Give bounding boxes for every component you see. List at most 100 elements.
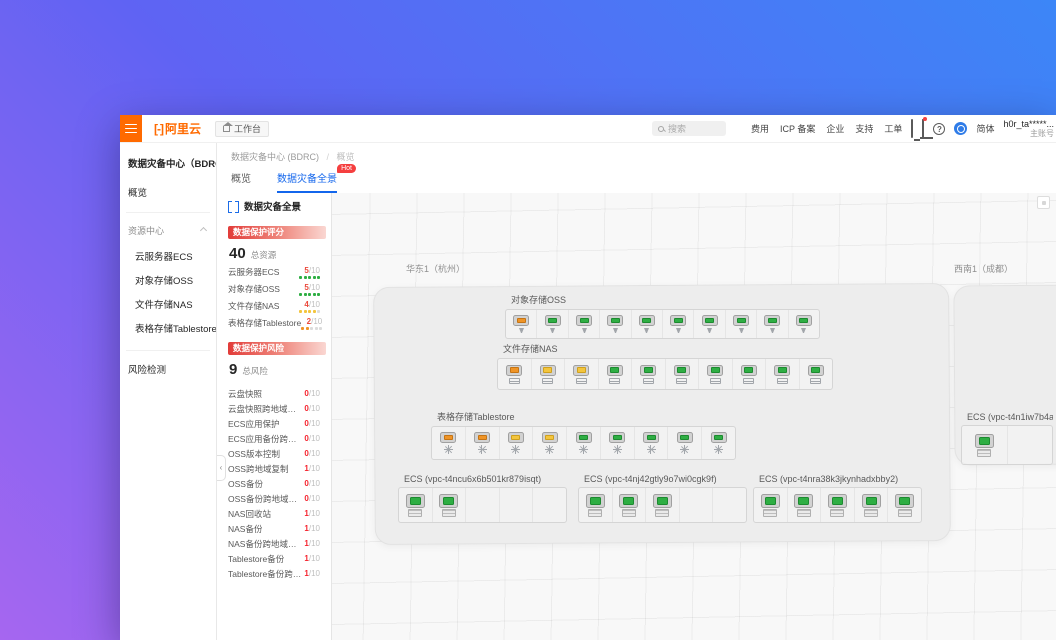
score-row-oss[interactable]: 对象存储OSS 5/10 xyxy=(228,283,327,300)
tablestore-instance-icon[interactable] xyxy=(667,427,701,459)
sidebar-item-risk-detect[interactable]: 风险检测 xyxy=(120,351,216,387)
nas-filesystem-icon[interactable] xyxy=(498,359,531,389)
ecs-server-icon[interactable] xyxy=(786,488,821,522)
console-monitor-icon[interactable] xyxy=(911,118,914,138)
score-row-tablestore[interactable]: 表格存储Tablestore 2/10 xyxy=(228,317,327,334)
risk-row[interactable]: ECS应用保护 0/10 xyxy=(228,416,327,431)
tab-panorama[interactable]: 数据灾备全景 Hot xyxy=(277,164,356,193)
main-area: 数据灾备中心 (BDRC) / 概览 概览 数据灾备全景 Hot 数据灾备全景 xyxy=(217,143,1056,640)
nas-filesystem-icon[interactable] xyxy=(798,359,833,389)
ecs-server-icon[interactable] xyxy=(579,488,612,522)
risk-row[interactable]: OSS备份 0/10 xyxy=(228,476,327,491)
sidebar-section-resource-center[interactable]: 资源中心 xyxy=(120,213,216,244)
sidebar-item[interactable]: 云服务器ECS xyxy=(120,244,216,268)
risk-row[interactable]: NAS回收站 1/10 xyxy=(228,506,327,521)
ecs-server-icon[interactable] xyxy=(399,488,432,522)
breadcrumb-item[interactable]: 数据灾备中心 (BDRC) xyxy=(231,152,319,162)
score-dots xyxy=(299,310,320,313)
nas-filesystem-icon[interactable] xyxy=(631,359,665,389)
oss-bucket-icon[interactable] xyxy=(756,310,787,338)
risk-row[interactable]: OSS跨地域复制 1/10 xyxy=(228,461,327,476)
workbench-button[interactable]: 工作台 xyxy=(215,120,270,137)
sidebar-collapse-handle[interactable]: ‹ xyxy=(217,455,226,481)
sidebar-item[interactable]: 表格存储Tablestore xyxy=(120,316,216,340)
tablestore-instance-icon[interactable] xyxy=(498,427,533,459)
risk-row[interactable]: NAS备份 1/10 xyxy=(228,521,327,536)
tablestore-instance-icon[interactable] xyxy=(633,427,668,459)
resource-group-ecs-vpc3: ECS (vpc-t4nra38k3jkynhadxbby2) xyxy=(753,474,922,523)
score-row-nas[interactable]: 文件存储NAS 4/10 xyxy=(228,300,327,317)
ecs-server-icon[interactable] xyxy=(962,426,1007,464)
score-row-ecs[interactable]: 云服务器ECS 5/10 xyxy=(228,266,327,283)
search-input[interactable] xyxy=(668,123,719,134)
ecs-server-icon[interactable] xyxy=(887,488,921,522)
nas-filesystem-icon[interactable] xyxy=(698,359,732,389)
ecs-server-icon[interactable] xyxy=(431,488,466,522)
ecs-server-icon[interactable] xyxy=(465,488,499,522)
score-dots xyxy=(301,327,323,330)
help-icon[interactable]: ? xyxy=(933,122,946,135)
oss-bucket-icon[interactable] xyxy=(662,310,693,338)
oss-bucket-icon[interactable] xyxy=(536,310,567,338)
oss-bucket-icon[interactable] xyxy=(724,310,756,338)
sidebar-item-overview[interactable]: 概览 xyxy=(120,170,216,212)
oss-bucket-icon[interactable] xyxy=(599,310,630,338)
tablestore-instance-icon[interactable] xyxy=(701,427,735,459)
ecs-server-icon[interactable] xyxy=(853,488,888,522)
tablestore-instance-icon[interactable] xyxy=(532,427,566,459)
search-icon xyxy=(658,125,665,132)
nas-filesystem-icon[interactable] xyxy=(597,359,632,389)
oss-bucket-icon[interactable] xyxy=(787,310,819,338)
canvas-control-button[interactable] xyxy=(1037,196,1050,209)
locale-switch[interactable]: 简体 xyxy=(976,122,994,135)
ecs-server-icon[interactable] xyxy=(498,488,533,522)
risk-row[interactable]: OSS版本控制 0/10 xyxy=(228,446,327,461)
topbar-nav-link[interactable]: 支持 xyxy=(855,122,873,135)
panel-header: 数据灾备全景 xyxy=(228,199,327,213)
sidebar-item[interactable]: 文件存储NAS xyxy=(120,292,216,316)
oss-bucket-icon[interactable] xyxy=(567,310,599,338)
hamburger-menu-button[interactable] xyxy=(120,115,142,142)
oss-bucket-icon[interactable] xyxy=(506,310,536,338)
risk-row[interactable]: 云盘快照跨地域复制 0/10 xyxy=(228,401,327,416)
risk-row[interactable]: NAS备份跨地域复制 1/10 xyxy=(228,536,327,551)
oss-bucket-icon[interactable] xyxy=(693,310,724,338)
ecs-server-icon[interactable] xyxy=(532,488,566,522)
topbar-nav-link[interactable]: 工单 xyxy=(884,122,902,135)
tablestore-instance-icon[interactable] xyxy=(464,427,499,459)
tablestore-instance-icon[interactable] xyxy=(599,427,634,459)
risk-row[interactable]: OSS备份跨地域复制 0/10 xyxy=(228,491,327,506)
risk-row[interactable]: Tablestore备份跨地域复... 1/10 xyxy=(228,566,327,581)
topbar-nav-link[interactable]: 企业 xyxy=(826,122,844,135)
account-menu[interactable]: h0r_ta*****... 主账号 xyxy=(1003,119,1054,139)
topbar-nav-link[interactable]: ICP 备案 xyxy=(780,122,815,135)
globe-icon[interactable] xyxy=(954,122,968,135)
ecs-server-icon[interactable] xyxy=(645,488,679,522)
ecs-server-icon[interactable] xyxy=(1006,426,1053,464)
risk-row[interactable]: 云盘快照 0/10 xyxy=(228,386,327,401)
ecs-server-icon[interactable] xyxy=(754,488,787,522)
risk-row[interactable]: Tablestore备份 1/10 xyxy=(228,551,327,566)
global-search[interactable] xyxy=(652,121,727,136)
tablestore-instance-icon[interactable] xyxy=(432,427,465,459)
ecs-server-icon[interactable] xyxy=(611,488,646,522)
ecs-server-icon[interactable] xyxy=(712,488,746,522)
oss-bucket-icon[interactable] xyxy=(630,310,662,338)
ecs-server-icon[interactable] xyxy=(820,488,854,522)
notification-bell-icon[interactable] xyxy=(922,116,928,138)
risk-row[interactable]: ECS应用备份跨地域复制 0/10 xyxy=(228,431,327,446)
nas-filesystem-icon[interactable] xyxy=(564,359,598,389)
nas-filesystem-icon[interactable] xyxy=(664,359,699,389)
tab-overview[interactable]: 概览 xyxy=(231,170,251,193)
sidebar-item[interactable]: 对象存储OSS xyxy=(120,268,216,292)
ecs-server-icon[interactable] xyxy=(678,488,713,522)
panorama-canvas[interactable]: 华东1（杭州） 西南1（成都） 对象存储OSS 文件存储NAS 表格存储Tabl… xyxy=(332,193,1056,640)
aliyun-logo[interactable]: [-] 阿里云 xyxy=(154,120,201,137)
nas-filesystem-icon[interactable] xyxy=(731,359,766,389)
nas-filesystem-icon[interactable] xyxy=(765,359,799,389)
nas-filesystem-icon[interactable] xyxy=(530,359,565,389)
group-label: ECS (vpc-t4n1iw7b4a9a... xyxy=(967,412,1053,422)
tablestore-instance-icon[interactable] xyxy=(566,427,600,459)
topbar-nav-link[interactable]: 费用 xyxy=(751,122,769,135)
resource-group-tablestore: 表格存储Tablestore xyxy=(431,410,736,460)
